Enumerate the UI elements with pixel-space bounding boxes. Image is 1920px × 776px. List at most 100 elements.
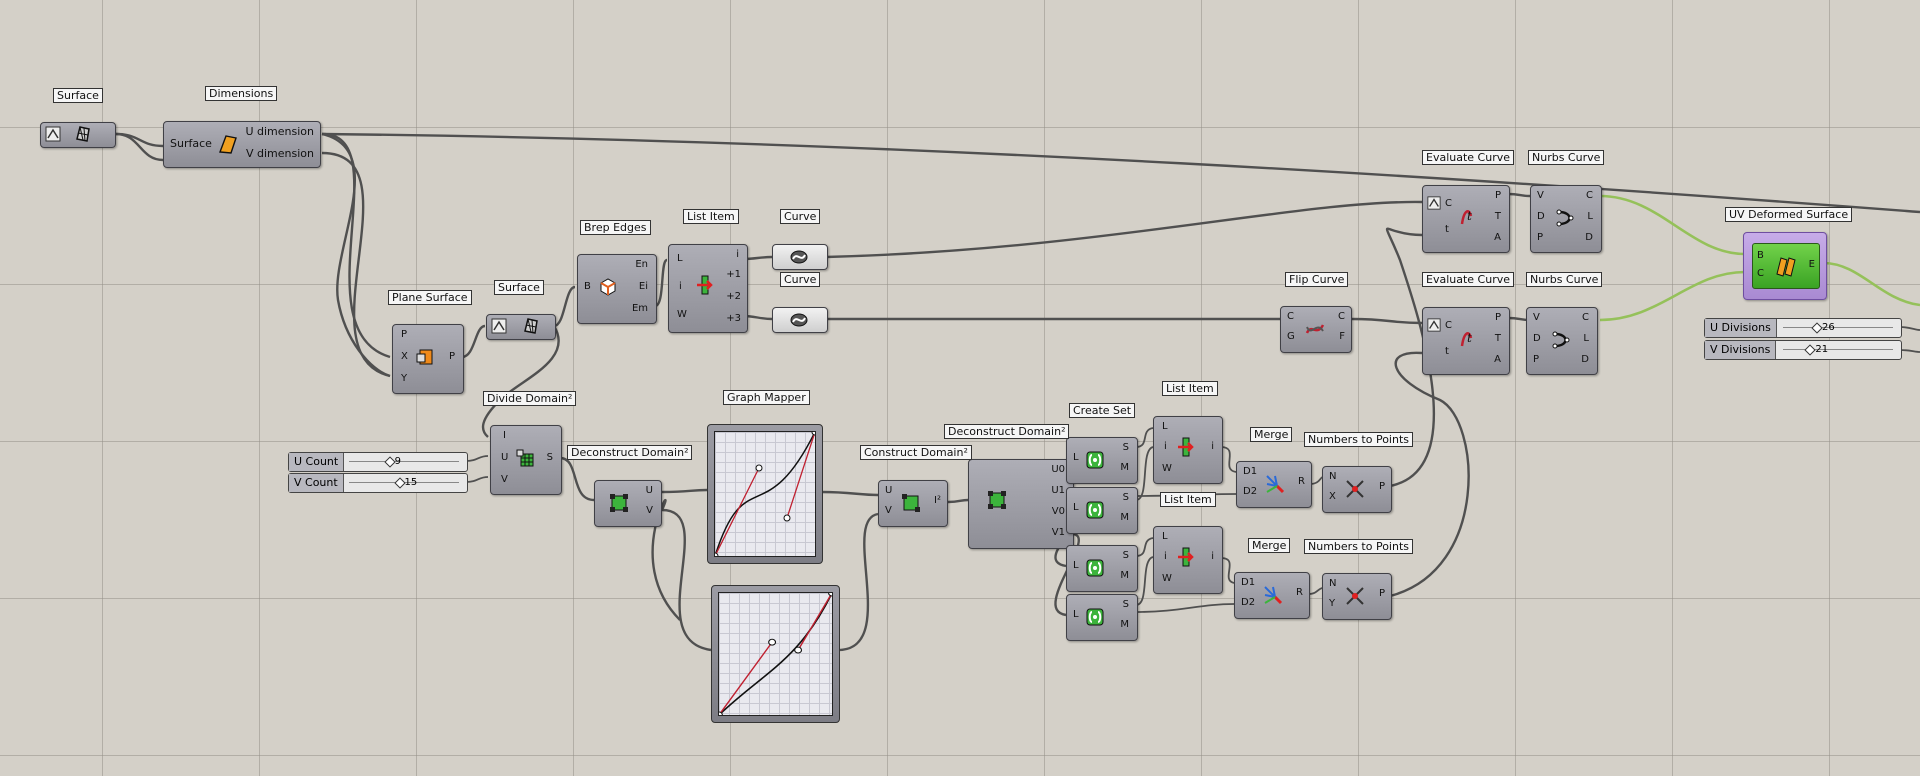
pin-a: A	[1494, 232, 1501, 243]
nurbs-curve-component[interactable]: V D P C L D	[1526, 307, 1598, 375]
pin-v1: V1	[1051, 527, 1065, 538]
pin-s: S	[1122, 550, 1129, 561]
pin-em: Em	[631, 303, 648, 314]
flip-curve-component[interactable]: C G C F	[1280, 306, 1352, 353]
pin-l: L	[1587, 211, 1593, 222]
create-set-icon	[1086, 559, 1104, 577]
curve-param[interactable]	[772, 307, 828, 333]
wire	[1135, 427, 1154, 448]
wire	[461, 324, 486, 359]
create-set-icon	[1086, 501, 1104, 519]
plane-surface-component[interactable]: P X Y P	[392, 324, 464, 394]
pin-f: F	[1339, 331, 1345, 342]
slider-knob[interactable]	[393, 477, 406, 489]
surface-icon	[524, 318, 538, 334]
list-item-component[interactable]: L i W i	[1153, 526, 1223, 594]
create-set-component[interactable]: L S M	[1066, 594, 1138, 641]
pin-ei: Ei	[638, 281, 648, 292]
pin-v-dimension: V dimension	[245, 147, 314, 160]
pin-n: N	[1329, 471, 1337, 482]
wire	[559, 456, 595, 502]
pin-x: X	[1329, 491, 1336, 502]
wire	[821, 490, 879, 497]
pin-x: X	[401, 351, 408, 362]
numbers-to-points-component[interactable]: N Y P	[1322, 573, 1392, 620]
nurbs-curve-icon	[1556, 209, 1574, 227]
pin-y: Y	[401, 373, 408, 384]
numbers-to-points-component[interactable]: N X P	[1322, 466, 1392, 513]
dimensions-component[interactable]: Surface U dimension V dimension	[163, 121, 321, 168]
pin-u: U	[645, 485, 653, 496]
v-count-slider[interactable]: V Count 15	[288, 473, 468, 493]
merge-component[interactable]: D1 D2 R	[1236, 461, 1312, 508]
pin-m: M	[1120, 462, 1129, 473]
curve-icon	[790, 250, 808, 264]
surface-param[interactable]	[486, 314, 556, 340]
create-set-component[interactable]: L S M	[1066, 545, 1138, 592]
pin-p: P	[1537, 232, 1544, 243]
graph-mapper-component[interactable]	[711, 585, 840, 723]
wire	[1135, 556, 1154, 606]
nurbs-curve-component[interactable]: V D P C L D	[1530, 185, 1602, 253]
slider-knob[interactable]	[1811, 322, 1823, 334]
merge-component[interactable]: D1 D2 R	[1234, 572, 1310, 619]
list-item-component[interactable]: L i W i +1 +2 +3	[668, 244, 748, 333]
slider-knob[interactable]	[1804, 344, 1817, 356]
brep-edges-component[interactable]: B En Ei Em	[577, 254, 657, 324]
create-set-component[interactable]: L S M	[1066, 437, 1138, 484]
construct-domain-component[interactable]: U V I²	[878, 480, 948, 527]
pin-u0: U0	[1051, 464, 1065, 475]
plane-surface-icon	[416, 349, 433, 365]
list-item-component[interactable]: L i W i	[1153, 416, 1223, 484]
pin-l: L	[1073, 502, 1079, 513]
pin-t-out: T	[1494, 211, 1501, 222]
wire	[481, 325, 560, 438]
divide-domain-component[interactable]: I U V S	[490, 425, 562, 495]
pin-v: V	[501, 474, 508, 485]
pin-en: En	[635, 259, 648, 270]
pin-i: i	[1164, 441, 1167, 452]
brep-edges-icon	[600, 278, 616, 296]
u-divisions-slider[interactable]: U Divisions 26	[1704, 318, 1902, 338]
divide-domain-icon	[516, 449, 534, 467]
pin-c: C	[1445, 198, 1452, 209]
wire	[321, 132, 391, 359]
deconstruct-domain-icon	[610, 494, 628, 512]
u-count-slider[interactable]: U Count 9	[288, 452, 468, 472]
pin-u-dimension: U dimension	[245, 125, 314, 138]
curve-param[interactable]	[772, 244, 828, 270]
surface-icon	[76, 126, 90, 142]
deconstruct-domain-component[interactable]: U V	[594, 480, 662, 527]
pin-w: W	[677, 309, 687, 320]
evaluate-curve-component[interactable]: C t t P T A	[1422, 307, 1510, 375]
pin-s: S	[1122, 442, 1129, 453]
svg-text:t: t	[1467, 209, 1472, 223]
uv-deformed-surface-icon	[1776, 257, 1796, 277]
wire	[1899, 326, 1920, 331]
evaluate-curve-component[interactable]: C t t P T A	[1422, 185, 1510, 253]
pin-m: M	[1120, 619, 1129, 630]
pin-u1: U1	[1051, 485, 1065, 496]
v-divisions-slider[interactable]: V Divisions 21	[1704, 340, 1902, 360]
create-set-component[interactable]: L S M	[1066, 487, 1138, 534]
grasshopper-canvas[interactable]: Surface Dimensions Surface U dimension V…	[0, 0, 1920, 776]
uv-deformed-surface-component[interactable]: B C E	[1743, 232, 1827, 300]
wire	[465, 476, 489, 483]
graph-plot[interactable]	[711, 428, 819, 560]
numbers-to-points-icon	[1346, 587, 1364, 605]
surface-param-label: Surface	[53, 88, 103, 103]
graph-mapper-component[interactable]	[707, 424, 823, 564]
pin-p: P	[1533, 354, 1540, 365]
wire	[825, 200, 1423, 259]
pin-c: C	[1445, 320, 1452, 331]
pin-a: A	[1494, 354, 1501, 365]
deconstruct-domain-component[interactable]: U0 U1 V0 V1	[968, 459, 1074, 549]
slider-knob[interactable]	[383, 456, 396, 468]
pin-s: S	[546, 452, 553, 463]
surface-param[interactable]	[40, 122, 116, 148]
pin-l: L	[1162, 421, 1168, 432]
pin-r: R	[1296, 587, 1303, 598]
wire	[1135, 446, 1154, 501]
graph-plot[interactable]	[715, 589, 836, 719]
pin-s: S	[1122, 492, 1129, 503]
